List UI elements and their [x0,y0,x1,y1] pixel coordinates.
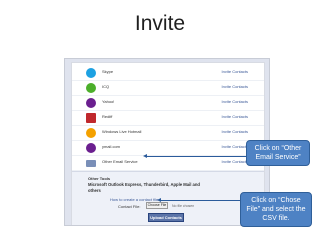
service-row-rediff[interactable]: Rediff Invite Contacts [72,110,264,126]
upload-contacts-button[interactable]: Upload Contacts [148,213,184,222]
service-name: Windows Live Hotmail [102,129,142,134]
callout-arrow-line [160,200,242,201]
service-row-ymail[interactable]: ymail.com Invite Contacts [72,140,264,156]
choose-file-button[interactable]: Choose File [146,202,168,209]
envelope-icon [86,160,96,167]
other-tools-description: Microsoft Outlook Express, Thunderbird, … [88,182,200,193]
invite-contacts-link[interactable]: Invite Contacts [222,144,248,149]
slide-title: Invite [134,12,186,35]
invite-contacts-link[interactable]: Invite Contacts [222,129,248,134]
service-name: Other Email Service [102,159,138,164]
service-row-hotmail[interactable]: Windows Live Hotmail Invite Contacts [72,125,264,141]
other-tools-section: Other Tools Microsoft Outlook Express, T… [72,171,264,225]
service-name: ICQ [102,84,110,89]
slide: Invite Skype Invite Contacts ICQ Invite … [0,0,320,240]
service-name: ymail.com [102,144,121,149]
yahoo-icon [86,98,96,108]
invite-contacts-link[interactable]: Invite Contacts [222,114,248,119]
contact-file-label: Contact File: [118,204,141,209]
service-name: Yahoo! [102,99,115,104]
yahoo-icon [86,143,96,153]
callout-arrow-head [157,198,161,202]
skype-icon [86,68,96,78]
callout-arrow-line [146,156,248,157]
service-name: Rediff [102,114,113,119]
invite-contacts-link[interactable]: Invite Contacts [222,84,248,89]
callout-arrow-head [143,154,147,158]
invite-contacts-link[interactable]: Invite Contacts [222,99,248,104]
service-row-yahoo[interactable]: Yahoo! Invite Contacts [72,95,264,111]
icq-flower-icon [86,83,96,93]
windows-live-icon [86,128,96,138]
file-status: No file chosen [172,204,195,208]
callout-other-email: Click on “Other Email Service” [246,140,310,166]
service-row-skype[interactable]: Skype Invite Contacts [72,65,264,81]
service-row-other-email[interactable]: Other Email Service Invite Contacts [72,155,264,171]
other-tools-title: Other Tools [88,176,111,181]
service-row-icq[interactable]: ICQ Invite Contacts [72,80,264,96]
rediff-icon [86,113,96,123]
invite-contacts-link[interactable]: Invite Contacts [222,69,248,74]
invite-contacts-link[interactable]: Invite Contacts [222,159,248,164]
callout-choose-file: Click on “Chose File” and select the CSV… [240,192,312,227]
service-name: Skype [102,69,114,74]
